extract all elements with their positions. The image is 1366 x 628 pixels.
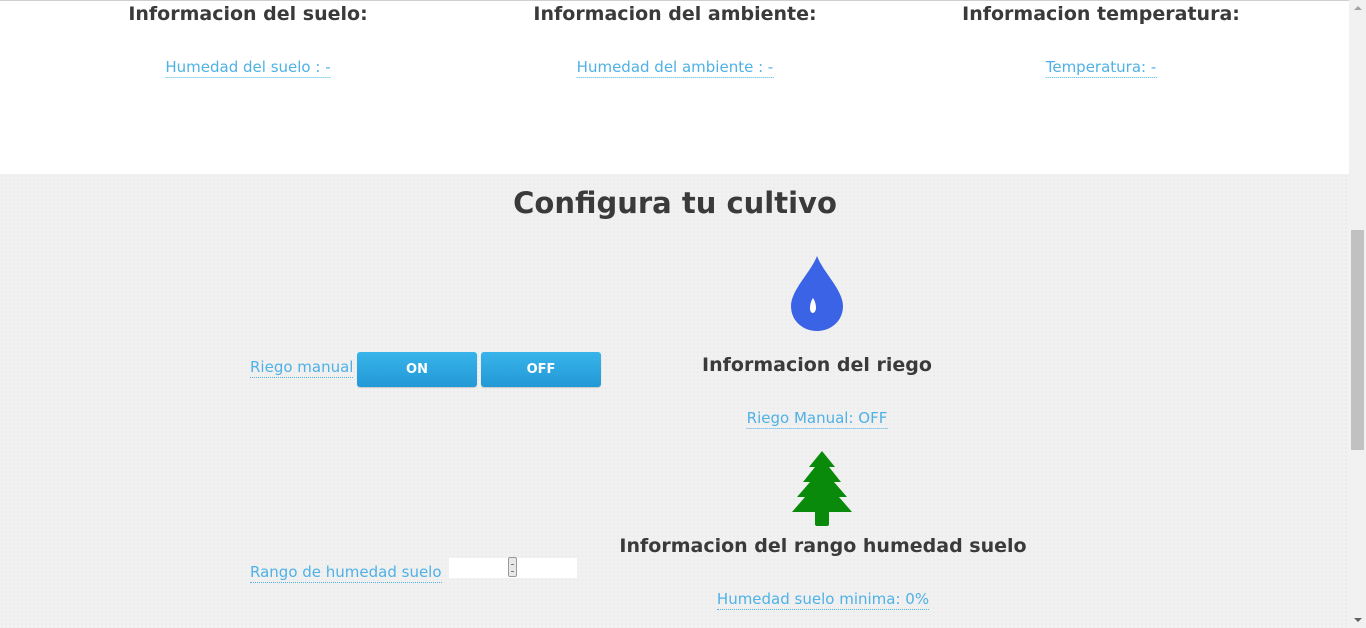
irrigation-info-title: Informacion del riego bbox=[702, 354, 932, 376]
sensor-info-section: Informacion del suelo: Humedad del suelo… bbox=[0, 0, 1349, 174]
irrigation-status-link[interactable]: Riego Manual: OFF bbox=[746, 409, 888, 429]
tree-icon bbox=[791, 450, 853, 532]
soil-humidity-link[interactable]: Humedad del suelo : - bbox=[165, 58, 331, 78]
vertical-scrollbar[interactable] bbox=[1349, 0, 1366, 628]
scroll-down-arrow-icon[interactable] bbox=[1349, 611, 1366, 628]
humidity-range-label[interactable]: Rango de humedad suelo bbox=[250, 563, 442, 583]
manual-irrigation-label[interactable]: Riego manual bbox=[250, 358, 354, 378]
config-title: Configura tu cultivo bbox=[513, 186, 837, 220]
scrollbar-thumb[interactable] bbox=[1351, 230, 1364, 450]
soil-info-title: Informacion del suelo: bbox=[128, 3, 368, 25]
humidity-range-info-title: Informacion del rango humedad suelo bbox=[619, 535, 1027, 557]
crop-config-section: Configura tu cultivo Riego manual ON OFF… bbox=[0, 174, 1349, 628]
page-viewport: Informacion del suelo: Humedad del suelo… bbox=[0, 0, 1349, 628]
min-soil-humidity-link[interactable]: Humedad suelo minima: 0% bbox=[716, 590, 930, 610]
scroll-up-arrow-icon[interactable] bbox=[1349, 0, 1366, 17]
irrigation-off-button[interactable]: OFF bbox=[481, 352, 601, 387]
temperature-info-title: Informacion temperatura: bbox=[962, 3, 1240, 25]
irrigation-on-button[interactable]: ON bbox=[357, 352, 477, 387]
ambient-info-title: Informacion del ambiente: bbox=[533, 3, 817, 25]
temperature-link[interactable]: Temperatura: - bbox=[1045, 58, 1157, 78]
water-drop-icon bbox=[789, 254, 845, 336]
ambient-humidity-link[interactable]: Humedad del ambiente : - bbox=[576, 58, 774, 78]
humidity-range-slider-thumb[interactable] bbox=[508, 557, 517, 577]
